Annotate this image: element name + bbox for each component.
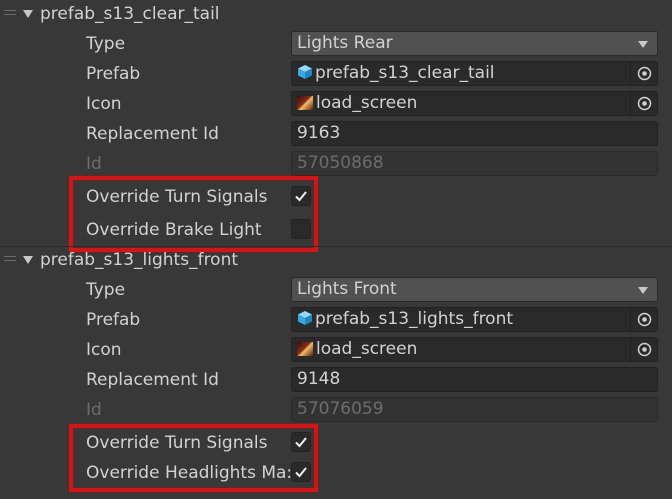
object-picker-icon [637,66,652,81]
id-input: 57076059 [291,397,658,422]
icon-value: load_screen [316,339,418,359]
object-picker-icon [637,342,652,357]
id-label: Id [86,154,102,174]
object-picker-button[interactable] [630,308,657,331]
object-picker-icon [637,312,652,327]
prefab-object-field[interactable]: prefab_s13_lights_front [291,307,658,332]
chevron-down-icon [638,41,648,48]
id-label: Id [86,400,102,420]
replacement-id-label: Replacement Id [86,370,219,390]
element-header[interactable]: prefab_s13_lights_front [40,250,238,270]
replacement-id-input[interactable]: 9163 [291,121,658,146]
type-label: Type [86,34,126,54]
object-picker-button[interactable] [630,92,657,115]
id-value: 57076059 [297,399,384,419]
replacement-id-input[interactable]: 9148 [291,367,658,392]
type-value: Lights Rear [297,33,393,53]
icon-value: load_screen [316,93,418,113]
foldout-arrow-icon[interactable] [23,256,33,264]
replacement-id-label: Replacement Id [86,124,219,144]
icon-object-field[interactable]: load_screen [291,337,658,362]
texture-thumbnail-icon [297,342,313,356]
id-value: 57050868 [297,153,384,173]
highlight-box [69,424,318,492]
prefab-value: prefab_s13_lights_front [315,309,514,329]
id-input: 57050868 [291,151,658,176]
prefab-label: Prefab [86,310,141,330]
prefab-label: Prefab [86,64,141,84]
replacement-id-value: 9148 [297,369,341,389]
divider [0,246,672,247]
element-header[interactable]: prefab_s13_clear_tail [40,4,220,24]
icon-object-field[interactable]: load_screen [291,91,658,116]
highlight-box [69,176,318,252]
object-picker-icon [637,96,652,111]
icon-label: Icon [86,94,122,114]
type-dropdown[interactable]: Lights Front [291,277,658,302]
texture-thumbnail-icon [297,96,313,110]
prefab-cube-icon [298,311,312,325]
icon-label: Icon [86,340,122,360]
prefab-cube-icon [298,65,312,79]
type-label: Type [86,280,126,300]
foldout-arrow-icon[interactable] [23,10,33,18]
object-picker-button[interactable] [630,338,657,361]
prefab-object-field[interactable]: prefab_s13_clear_tail [291,61,658,86]
prefab-value: prefab_s13_clear_tail [315,63,495,83]
type-dropdown[interactable]: Lights Rear [291,31,658,56]
type-value: Lights Front [297,279,397,299]
replacement-id-value: 9163 [297,123,341,143]
object-picker-button[interactable] [630,62,657,85]
chevron-down-icon [638,287,648,294]
